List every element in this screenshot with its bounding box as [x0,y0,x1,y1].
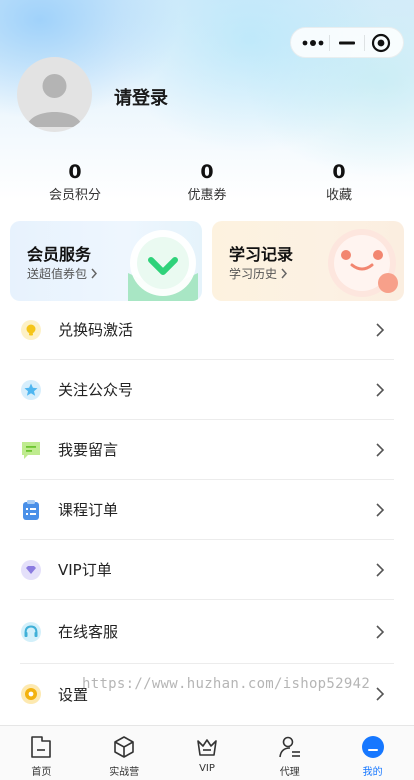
crown-icon [194,734,220,760]
more-icon[interactable] [298,31,328,55]
cube-icon [111,734,137,760]
menu-item-redeem-code[interactable]: 兑换码激活 [20,300,394,360]
menu-item-vip-orders[interactable]: VIP订单 [20,540,394,600]
menu-item-leave-message[interactable]: 我要留言 [20,420,394,480]
message-icon [20,439,42,461]
chevron-right-icon [376,563,385,577]
tab-agent[interactable]: 代理 [248,726,331,780]
chevron-right-icon [91,268,98,279]
member-service-card[interactable]: 会员服务 送超值券包 [10,221,202,301]
bottom-tab-bar: 首页 实战营 VIP 代理 我的 [0,725,414,780]
card-title: 学习记录 [229,245,294,264]
bulb-icon [20,319,42,341]
mini-program-capsule [290,27,404,58]
card-subtitle-text: 送超值券包 [27,267,88,281]
minimize-icon[interactable] [332,31,362,55]
tab-label: 实战营 [109,767,140,778]
stat-favorites[interactable]: 0 收藏 [279,160,399,204]
stat-value: 0 [200,161,214,183]
stat-coupons[interactable]: 0 优惠券 [147,160,267,204]
tab-vip[interactable]: VIP [166,726,249,780]
stat-value: 0 [332,161,346,183]
gift-heart-icon [128,230,198,301]
tab-label: VIP [199,763,215,774]
home-icon [28,734,54,760]
menu-item-label: 在线客服 [58,623,119,641]
study-record-card[interactable]: 学习记录 学习历史 [212,221,404,301]
chevron-right-icon [376,443,385,457]
stat-label: 优惠券 [187,188,227,203]
profile-icon [360,734,386,760]
tab-label: 我的 [362,767,383,778]
menu-item-label: 我要留言 [58,441,119,459]
card-subtitle: 学习历史 [229,265,288,282]
chevron-right-icon [376,503,385,517]
menu-item-customer-service[interactable]: 在线客服 [20,600,394,664]
star-icon [20,379,42,401]
capsule-divider [329,34,331,51]
close-circle-icon[interactable] [366,31,396,55]
stat-label: 会员积分 [48,188,101,203]
menu-item-follow-account[interactable]: 关注公众号 [20,360,394,420]
card-title: 会员服务 [27,245,92,264]
menu-item-label: VIP订单 [58,561,112,579]
capsule-divider [363,34,365,51]
card-subtitle: 送超值券包 [27,265,98,282]
default-avatar-icon [27,74,82,127]
menu-item-label: 课程订单 [58,501,119,519]
agent-icon [277,734,303,760]
tab-home[interactable]: 首页 [0,726,83,780]
card-subtitle-text: 学习历史 [229,267,278,281]
tab-label: 代理 [279,767,300,778]
avatar[interactable] [17,57,92,132]
stat-points[interactable]: 0 会员积分 [15,160,135,204]
menu-item-label: 兑换码激活 [58,321,134,339]
tab-label: 首页 [31,767,52,778]
chevron-right-icon [376,323,385,337]
stats-row: 0 会员积分 0 优惠券 0 收藏 [0,160,414,210]
chevron-right-icon [376,383,385,397]
chevron-right-icon [376,625,385,639]
menu-item-course-orders[interactable]: 课程订单 [20,480,394,540]
headset-icon [20,621,42,643]
menu-item-label: 关注公众号 [58,381,134,399]
gear-icon [20,683,42,705]
watermark: https://www.huzhan.com/ishop52942 [82,676,371,692]
chevron-right-icon [376,687,385,701]
menu-item-settings[interactable]: 设置 [20,664,394,724]
clipboard-icon [20,499,42,521]
stat-value: 0 [68,161,82,183]
tab-bootcamp[interactable]: 实战营 [83,726,166,780]
stat-label: 收藏 [325,188,352,203]
login-prompt[interactable]: 请登录 [114,84,168,110]
smiley-icon [328,229,398,297]
tab-mine[interactable]: 我的 [331,726,414,780]
chevron-right-icon [281,268,288,279]
vip-diamond-icon [20,559,42,581]
menu-list: 兑换码激活 关注公众号 我要留言 课程订单 VIP订单 在线客服 设置 [20,300,394,724]
